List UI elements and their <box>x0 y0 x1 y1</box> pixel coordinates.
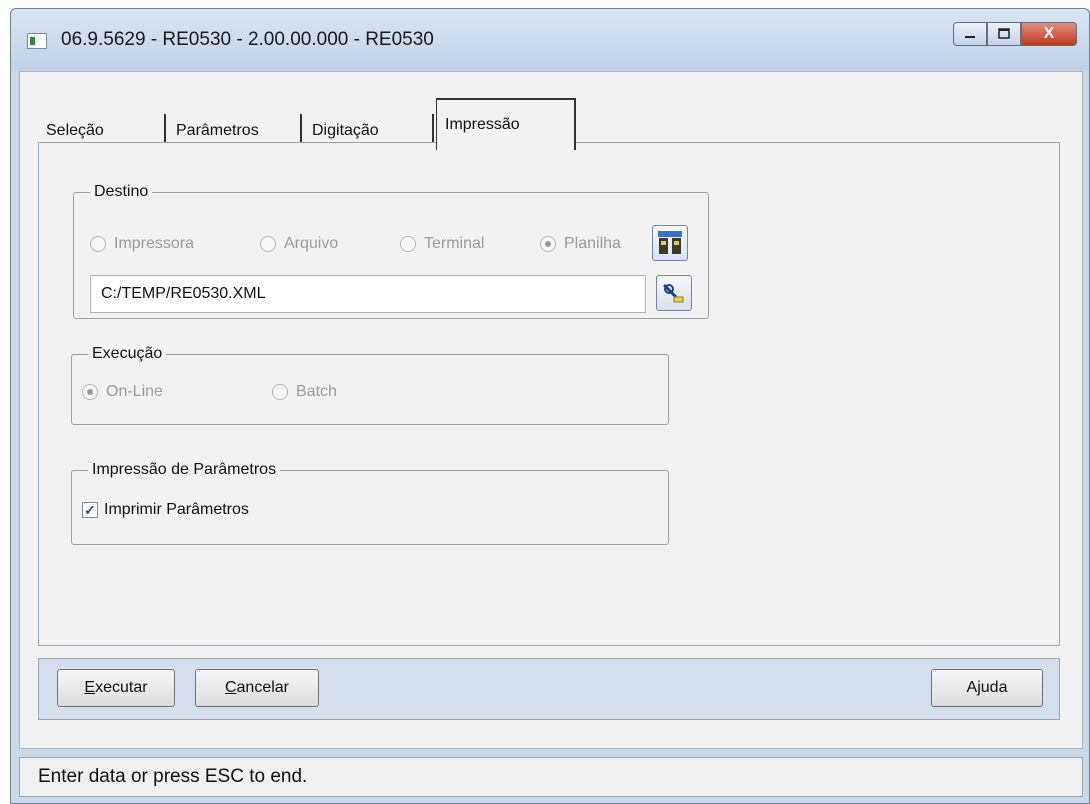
radio-label: Arquivo <box>284 235 339 252</box>
radio-button <box>260 236 276 252</box>
radio-label: Batch <box>296 383 337 400</box>
radio-button <box>272 384 288 400</box>
tab-impressao[interactable]: Impressão <box>436 98 576 150</box>
window: 06.9.5629 - RE0530 - 2.00.00.000 - RE053… <box>10 8 1090 804</box>
destination-path-field[interactable] <box>90 275 646 313</box>
button-bar: Executar Cancelar Ajuda <box>38 658 1060 720</box>
file-browse-icon[interactable] <box>656 275 692 311</box>
impressao-parametros-group: Impressão de Parâmetros ✓ Imprimir Parâm… <box>71 461 669 545</box>
checkmark-icon: ✓ <box>82 502 98 518</box>
radio-label: Terminal <box>424 235 485 252</box>
client-area: Seleção Parâmetros Digitação Impressão D… <box>19 71 1083 749</box>
window-title: 06.9.5629 - RE0530 - 2.00.00.000 - RE053… <box>61 29 434 50</box>
radio-planilha[interactable]: Planilha <box>540 235 621 253</box>
radio-arquivo[interactable]: Arquivo <box>260 235 338 253</box>
imprimir-parametros-checkbox[interactable]: ✓ Imprimir Parâmetros <box>82 501 249 519</box>
impressao-panel: Destino Impressora Arquivo Terminal Plan… <box>38 142 1060 646</box>
radio-button <box>90 236 106 252</box>
app-icon <box>27 33 47 49</box>
destino-group: Destino Impressora Arquivo Terminal Plan… <box>73 183 709 319</box>
tab-label: Parâmetros <box>176 122 259 139</box>
title-bar[interactable]: 06.9.5629 - RE0530 - 2.00.00.000 - RE053… <box>11 9 1089 71</box>
radio-button-selected <box>82 384 98 400</box>
radio-batch[interactable]: Batch <box>272 383 337 401</box>
execute-button[interactable]: Executar <box>57 669 175 707</box>
button-label: ancelar <box>236 679 290 696</box>
radio-button-selected <box>540 236 556 252</box>
window-controls: X <box>953 22 1077 46</box>
cancel-button[interactable]: Cancelar <box>195 669 319 707</box>
radio-on-line[interactable]: On-Line <box>82 383 163 401</box>
radio-label: Impressora <box>114 235 195 252</box>
close-icon[interactable]: X <box>1021 22 1077 46</box>
help-button[interactable]: Ajuda <box>931 669 1043 707</box>
status-bar: Enter data or press ESC to end. <box>19 757 1083 797</box>
minimize-icon[interactable] <box>953 22 987 46</box>
radio-label: Planilha <box>564 235 621 252</box>
accelerator-key: E <box>84 679 96 696</box>
execucao-legend: Execução <box>92 345 163 362</box>
tab-label: Digitação <box>312 122 379 139</box>
button-label: uda <box>980 679 1008 696</box>
impressao-parametros-legend: Impressão de Parâmetros <box>92 461 277 478</box>
destino-legend: Destino <box>94 183 149 200</box>
radio-terminal[interactable]: Terminal <box>400 235 484 253</box>
spreadsheet-config-icon[interactable] <box>652 225 688 261</box>
radio-button <box>400 236 416 252</box>
accelerator-key: C <box>224 679 237 696</box>
tab-label: Impressão <box>445 116 520 133</box>
radio-label: On-Line <box>106 383 163 400</box>
checkbox-label: Imprimir Parâmetros <box>104 501 249 518</box>
execucao-group: Execução On-Line Batch <box>71 345 669 425</box>
button-label: xecutar <box>95 679 148 696</box>
button-label: A <box>966 679 978 696</box>
radio-impressora[interactable]: Impressora <box>90 235 194 253</box>
maximize-icon[interactable] <box>987 22 1021 46</box>
tab-label: Seleção <box>46 122 104 139</box>
